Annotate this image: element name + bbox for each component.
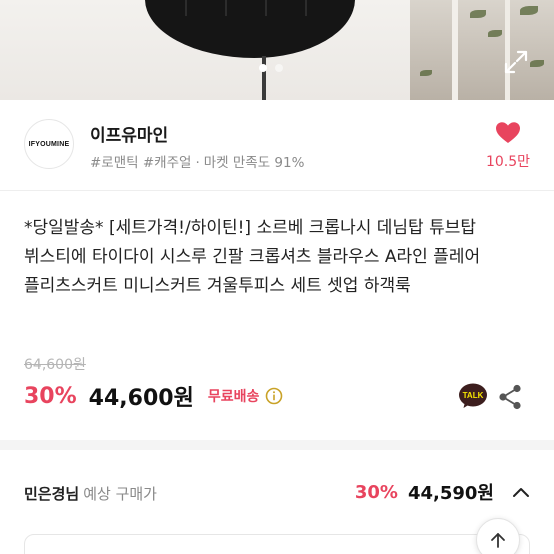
info-icon[interactable] [265,387,283,405]
expected-price-row[interactable]: 민은경님 예상 구매가 30% 44,590원 [0,450,554,528]
expected-price: 44,590원 [407,483,494,504]
chevron-up-icon[interactable] [512,486,530,498]
kakaotalk-icon[interactable]: TALK [458,381,488,411]
skirt-pleat [305,0,307,16]
like-count: 10.5만 [485,154,531,170]
expected-discount: 30% [354,481,398,503]
section-divider [0,190,554,191]
image-plant-leaf [488,30,502,37]
expand-icon[interactable] [503,49,529,75]
expected-price-value: 30% 44,590원 [355,479,530,505]
shop-logo-text: IFYOUMINE [28,140,70,148]
arrow-up-icon [491,533,505,548]
expected-price-caption: 예상 구매가 [83,485,157,503]
price-row: 30% 44,600원 무료배송 [24,380,283,412]
shop-name[interactable]: 이프유마인 [90,121,168,146]
image-plant-leaf [520,6,538,15]
carousel-indicator [259,64,283,72]
product-title: *당일발송* [세트가격!/하이틴!] 소르베 크롭나시 데님탑 튜브탑 뷔스티… [24,218,481,296]
original-price: 64,600원 [24,357,86,373]
shop-meta: #로맨틱 #캐주얼 · 마켓 만족도 91% [90,151,304,171]
shop-tags: #로맨틱 #캐주얼 [90,155,192,171]
meta-separator: · [195,155,200,171]
image-mannequin-stand [262,56,266,100]
shop-info[interactable]: IFYOUMINE 이프유마인 #로맨틱 #캐주얼 · 마켓 만족도 91% 10.… [0,101,554,189]
scroll-to-top-button[interactable] [476,518,520,554]
product-image-carousel[interactable] [0,0,554,100]
kakaotalk-label: TALK [463,391,484,400]
heart-icon [496,122,520,143]
discount-rate: 30% [24,383,77,409]
sale-price: 44,600원 [88,386,194,411]
expected-price-label: 민은경님 예상 구매가 [24,483,157,504]
skirt-pleat [265,0,267,16]
skirt-pleat [225,0,227,16]
expected-price-detail-card [24,534,530,554]
shipping-badge: 무료배송 [207,389,260,405]
shop-logo[interactable]: IFYOUMINE [24,119,74,169]
image-window-frame [452,0,458,100]
user-name: 민은경님 [24,485,80,503]
section-spacer [0,440,554,450]
shop-rating: 마켓 만족도 91% [203,155,305,171]
skirt-pleat [185,0,187,16]
carousel-dot[interactable] [275,64,283,72]
image-plant-leaf [530,60,544,67]
image-plant-leaf [420,70,432,76]
share-icon[interactable] [498,384,522,410]
carousel-dot-active[interactable] [259,64,267,72]
like-button[interactable]: 10.5만 [484,121,532,171]
image-plant-leaf [470,10,486,18]
